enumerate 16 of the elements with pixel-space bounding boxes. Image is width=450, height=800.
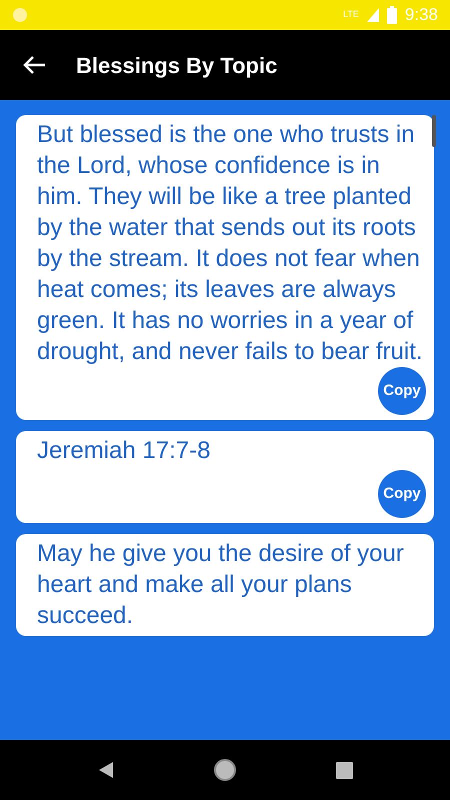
back-icon[interactable] xyxy=(22,55,46,75)
verse-text: Jeremiah 17:7-8 xyxy=(37,436,212,466)
copy-button[interactable]: Copy xyxy=(378,367,426,415)
scrollbar xyxy=(432,115,436,147)
clock: 9:38 xyxy=(404,4,438,26)
verse-text: But blessed is the one who trusts in the Lord, whose confidence is in him. They will be like a tree planted by the water that sends out its roots by the stream. It does not fear when heat comes; its leaves are always green. It has no worries in a year of drought, and never fails to bear fruit. xyxy=(37,120,424,367)
recents-nav-icon[interactable] xyxy=(336,762,353,778)
copy-button[interactable]: Copy xyxy=(378,470,426,518)
network-label: LTE xyxy=(343,8,359,22)
page-title: Blessings By Topic xyxy=(76,52,278,80)
notification-icon xyxy=(12,7,28,23)
home-nav-icon[interactable] xyxy=(213,758,238,782)
signal-icon xyxy=(366,8,379,22)
battery-icon xyxy=(386,6,397,24)
back-nav-icon[interactable] xyxy=(97,761,116,779)
verse-text: May he give you the desire of your heart and make all your plans succeed. xyxy=(37,539,405,631)
